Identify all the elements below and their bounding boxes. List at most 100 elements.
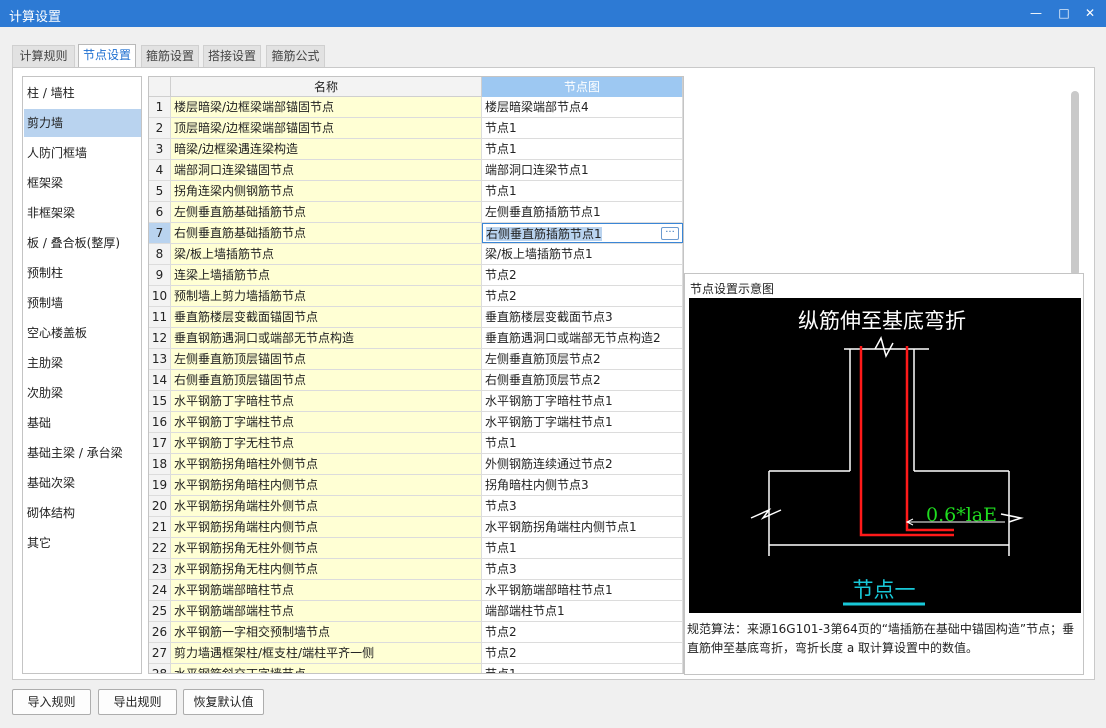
sidebar-item-foundation-secondary-beam[interactable]: 基础次梁 xyxy=(24,469,141,497)
table-row[interactable]: 20 水平钢筋拐角端柱外侧节点 节点3 xyxy=(149,496,683,517)
tab-calc-rules[interactable]: 计算规则 xyxy=(12,45,75,67)
tab-node-settings[interactable]: 节点设置 xyxy=(78,44,136,68)
row-node-cell[interactable]: 节点3 xyxy=(482,559,683,579)
row-node-cell[interactable]: 水平钢筋丁字端柱节点1 xyxy=(482,412,683,432)
table-row[interactable]: 10 预制墙上剪力墙插筋节点 节点2 xyxy=(149,286,683,307)
row-name-cell: 垂直钢筋遇洞口或端部无节点构造 xyxy=(171,328,482,348)
row-node-cell[interactable]: 节点2 xyxy=(482,265,683,285)
table-row[interactable]: 18 水平钢筋拐角暗柱外侧节点 外侧钢筋连续通过节点2 xyxy=(149,454,683,475)
table-row[interactable]: 2 顶层暗梁/边框梁端部锚固节点 节点1 xyxy=(149,118,683,139)
component-sidebar: 柱 / 墙柱 剪力墙 人防门框墙 框架梁 非框架梁 板 / 叠合板(整厚) 预制… xyxy=(22,76,142,674)
sidebar-item-column[interactable]: 柱 / 墙柱 xyxy=(24,79,141,107)
sidebar-item-non-frame-beam[interactable]: 非框架梁 xyxy=(24,199,141,227)
sidebar-item-precast-wall[interactable]: 预制墙 xyxy=(24,289,141,317)
table-row[interactable]: 15 水平钢筋丁字暗柱节点 水平钢筋丁字暗柱节点1 xyxy=(149,391,683,412)
row-number: 4 xyxy=(149,160,171,180)
sidebar-item-precast-column[interactable]: 预制柱 xyxy=(24,259,141,287)
sidebar-item-main-rib-beam[interactable]: 主肋梁 xyxy=(24,349,141,377)
table-row[interactable]: 28 水平钢筋斜交丁字墙节点 节点1 xyxy=(149,664,683,673)
table-row[interactable]: 3 暗梁/边框梁遇连梁构造 节点1 xyxy=(149,139,683,160)
row-node-cell[interactable]: 节点2 xyxy=(482,643,683,663)
row-node-value[interactable]: 右侧垂直筋插筋节点1 xyxy=(486,227,602,241)
sidebar-item-secondary-rib-beam[interactable]: 次肋梁 xyxy=(24,379,141,407)
tab-lap-settings[interactable]: 搭接设置 xyxy=(203,45,261,67)
row-node-cell[interactable]: 右侧垂直筋顶层节点2 xyxy=(482,370,683,390)
table-row[interactable]: 22 水平钢筋拐角无柱外侧节点 节点1 xyxy=(149,538,683,559)
row-node-cell[interactable]: 节点1 xyxy=(482,538,683,558)
row-node-cell[interactable]: 拐角暗柱内侧节点3 xyxy=(482,475,683,495)
row-node-cell[interactable]: 右侧垂直筋插筋节点1 ··· xyxy=(482,223,683,243)
row-node-cell[interactable]: 梁/板上墙插筋节点1 xyxy=(482,244,683,264)
row-node-cell[interactable]: 节点2 xyxy=(482,286,683,306)
row-node-cell[interactable]: 节点3 xyxy=(482,496,683,516)
row-node-cell[interactable]: 水平钢筋拐角端柱内侧节点1 xyxy=(482,517,683,537)
vertical-scrollbar[interactable] xyxy=(1071,91,1079,276)
table-row[interactable]: 27 剪力墙遇框架柱/框支柱/端柱平齐一侧 节点2 xyxy=(149,643,683,664)
table-row[interactable]: 11 垂直筋楼层变截面锚固节点 垂直筋楼层变截面节点3 xyxy=(149,307,683,328)
row-name-cell: 梁/板上墙插筋节点 xyxy=(171,244,482,264)
minimize-button[interactable]: — xyxy=(1026,4,1046,22)
table-row[interactable]: 26 水平钢筋一字相交预制墙节点 节点2 xyxy=(149,622,683,643)
sidebar-item-other[interactable]: 其它 xyxy=(24,529,141,557)
row-node-cell[interactable]: 水平钢筋丁字暗柱节点1 xyxy=(482,391,683,411)
row-node-cell[interactable]: 节点1 xyxy=(482,118,683,138)
table-row[interactable]: 5 拐角连梁内侧钢筋节点 节点1 xyxy=(149,181,683,202)
table-row[interactable]: 8 梁/板上墙插筋节点 梁/板上墙插筋节点1 xyxy=(149,244,683,265)
table-row[interactable]: 6 左侧垂直筋基础插筋节点 左侧垂直筋插筋节点1 xyxy=(149,202,683,223)
row-node-cell[interactable]: 左侧垂直筋顶层节点2 xyxy=(482,349,683,369)
row-node-cell[interactable]: 节点2 xyxy=(482,622,683,642)
table-row[interactable]: 25 水平钢筋端部端柱节点 端部端柱节点1 xyxy=(149,601,683,622)
export-rules-button[interactable]: 导出规则 xyxy=(98,689,177,715)
restore-defaults-button[interactable]: 恢复默认值 xyxy=(183,689,264,715)
row-node-cell[interactable]: 端部端柱节点1 xyxy=(482,601,683,621)
row-node-cell[interactable]: 楼层暗梁端部节点4 xyxy=(482,97,683,117)
table-row[interactable]: 17 水平钢筋丁字无柱节点 节点1 xyxy=(149,433,683,454)
column-header-name[interactable]: 名称 xyxy=(171,77,482,97)
column-header-node[interactable]: 节点图 xyxy=(482,77,683,97)
sidebar-item-slab[interactable]: 板 / 叠合板(整厚) xyxy=(24,229,141,257)
row-node-cell[interactable]: 端部洞口连梁节点1 xyxy=(482,160,683,180)
row-name-cell: 左侧垂直筋基础插筋节点 xyxy=(171,202,482,222)
close-button[interactable]: ✕ xyxy=(1080,4,1100,22)
table-row[interactable]: 9 连梁上墙插筋节点 节点2 xyxy=(149,265,683,286)
sidebar-item-shear-wall[interactable]: 剪力墙 xyxy=(24,109,141,137)
table-row[interactable]: 12 垂直钢筋遇洞口或端部无节点构造 垂直筋遇洞口或端部无节点构造2 xyxy=(149,328,683,349)
sidebar-item-hollow-slab[interactable]: 空心楼盖板 xyxy=(24,319,141,347)
row-name-cell: 楼层暗梁/边框梁端部锚固节点 xyxy=(171,97,482,117)
table-row[interactable]: 19 水平钢筋拐角暗柱内侧节点 拐角暗柱内侧节点3 xyxy=(149,475,683,496)
table-row[interactable]: 13 左侧垂直筋顶层锚固节点 左侧垂直筋顶层节点2 xyxy=(149,349,683,370)
row-number: 7 xyxy=(149,223,171,243)
table-row[interactable]: 1 楼层暗梁/边框梁端部锚固节点 楼层暗梁端部节点4 xyxy=(149,97,683,118)
sidebar-item-foundation[interactable]: 基础 xyxy=(24,409,141,437)
row-node-cell[interactable]: 节点1 xyxy=(482,139,683,159)
sidebar-item-masonry[interactable]: 砌体结构 xyxy=(24,499,141,527)
row-node-cell[interactable]: 左侧垂直筋插筋节点1 xyxy=(482,202,683,222)
table-row[interactable]: 7 右侧垂直筋基础插筋节点 右侧垂直筋插筋节点1 ··· xyxy=(149,223,683,244)
table-row[interactable]: 23 水平钢筋拐角无柱内侧节点 节点3 xyxy=(149,559,683,580)
row-number: 17 xyxy=(149,433,171,453)
tab-stirrup-formula[interactable]: 箍筋公式 xyxy=(266,45,325,67)
table-row[interactable]: 16 水平钢筋丁字端柱节点 水平钢筋丁字端柱节点1 xyxy=(149,412,683,433)
node-picker-button[interactable]: ··· xyxy=(661,227,679,240)
row-node-cell[interactable]: 外侧钢筋连续通过节点2 xyxy=(482,454,683,474)
row-node-cell[interactable]: 水平钢筋端部暗柱节点1 xyxy=(482,580,683,600)
row-node-cell[interactable]: 垂直筋楼层变截面节点3 xyxy=(482,307,683,327)
row-node-cell[interactable]: 垂直筋遇洞口或端部无节点构造2 xyxy=(482,328,683,348)
row-number: 14 xyxy=(149,370,171,390)
row-name-cell: 水平钢筋一字相交预制墙节点 xyxy=(171,622,482,642)
sidebar-item-frame-beam[interactable]: 框架梁 xyxy=(24,169,141,197)
table-row[interactable]: 14 右侧垂直筋顶层锚固节点 右侧垂直筋顶层节点2 xyxy=(149,370,683,391)
sidebar-item-civil-defense-wall[interactable]: 人防门框墙 xyxy=(24,139,141,167)
row-node-cell[interactable]: 节点1 xyxy=(482,181,683,201)
table-row[interactable]: 24 水平钢筋端部暗柱节点 水平钢筋端部暗柱节点1 xyxy=(149,580,683,601)
table-row[interactable]: 21 水平钢筋拐角端柱内侧节点 水平钢筋拐角端柱内侧节点1 xyxy=(149,517,683,538)
tab-stirrup-settings[interactable]: 箍筋设置 xyxy=(141,45,199,67)
maximize-button[interactable]: □ xyxy=(1054,4,1074,22)
sidebar-item-foundation-main-beam[interactable]: 基础主梁 / 承台梁 xyxy=(24,439,141,467)
table-row[interactable]: 4 端部洞口连梁锚固节点 端部洞口连梁节点1 xyxy=(149,160,683,181)
row-node-cell[interactable]: 节点1 xyxy=(482,664,683,673)
row-number: 12 xyxy=(149,328,171,348)
row-node-cell[interactable]: 节点1 xyxy=(482,433,683,453)
row-name-cell: 右侧垂直筋顶层锚固节点 xyxy=(171,370,482,390)
import-rules-button[interactable]: 导入规则 xyxy=(12,689,91,715)
